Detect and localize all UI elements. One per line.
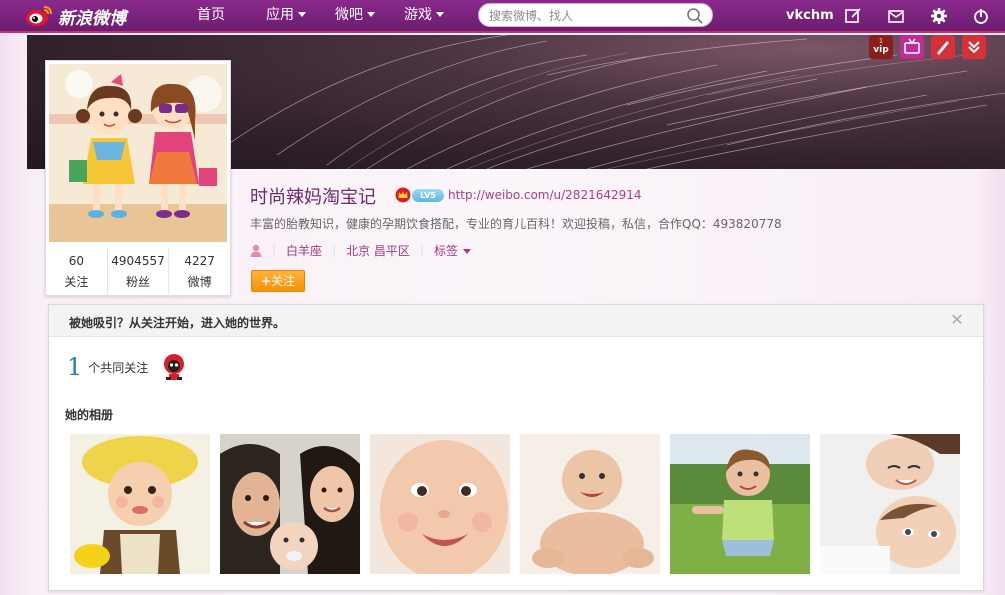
common-follower-avatar[interactable]	[162, 353, 186, 381]
stat-fans-label: 粉丝	[126, 275, 151, 289]
write-badge[interactable]	[931, 35, 955, 59]
album-photo-baby-smile[interactable]	[370, 434, 510, 574]
svg-text:1: 1	[879, 37, 883, 45]
search-input[interactable]	[489, 7, 679, 24]
tags-dropdown[interactable]: 标签	[434, 242, 471, 259]
follow-button[interactable]: +关注	[251, 270, 305, 292]
panel-title: 被她吸引？从关注开始，进入她的世界。	[69, 316, 286, 330]
power-icon[interactable]	[971, 6, 991, 26]
album-photo-baby-crawling[interactable]	[520, 434, 660, 574]
plus-icon: +	[260, 274, 272, 288]
album-photo-family[interactable]	[220, 434, 360, 574]
stat-weibo-label: 微博	[187, 275, 212, 289]
cartoon-girls-avatar-image	[49, 64, 227, 242]
nav-weiba-label: 微吧	[335, 7, 363, 23]
nav-games-label: 游戏	[404, 7, 432, 23]
album-photo-baby-hat[interactable]	[70, 434, 210, 574]
album-title: 她的相册	[65, 408, 114, 422]
search-box	[478, 3, 713, 27]
profile-description: 丰富的胎教知识，健康的孕期饮食搭配，专业的育儿百科！欢迎投稿，私信，合作QQ：4…	[250, 217, 782, 231]
nav-games[interactable]: 游戏	[404, 0, 444, 31]
vip-badge[interactable]: vip 1	[869, 35, 893, 59]
stat-following-count: 60	[68, 254, 84, 268]
stat-fans-count: 4904557	[111, 254, 165, 268]
chevron-down-icon	[436, 11, 444, 17]
username-link[interactable]: vkchm	[786, 0, 834, 31]
profile-meta: | 白羊座 | 北京 昌平区 | 标签	[250, 242, 471, 258]
profile-card: 60 关注 4904557 粉丝 4227 微博	[45, 60, 231, 296]
search-icon[interactable]	[686, 7, 704, 25]
top-navigation-bar: 新浪微博 首页 应用 微吧 游戏 vkchm	[0, 0, 1005, 33]
baby-in-yellow-hat-photo	[70, 434, 210, 574]
nav-apps-label: 应用	[266, 7, 294, 23]
zodiac-link[interactable]: 白羊座	[286, 242, 322, 259]
nav-home-label: 首页	[197, 7, 225, 23]
profile-stats: 60 关注 4904557 粉丝 4227 微博	[46, 248, 230, 294]
common-follows: 1 个共同关注	[67, 353, 186, 381]
download-badge[interactable]	[962, 35, 986, 59]
stat-weibo[interactable]: 4227 微博	[169, 248, 230, 294]
stat-following-label: 关注	[64, 275, 89, 289]
tv-badge[interactable]	[900, 35, 924, 59]
stat-following[interactable]: 60 关注	[46, 248, 108, 294]
panel-header: 被她吸引？从关注开始，进入她的世界。 ✕	[49, 305, 983, 337]
chevron-down-icon	[298, 11, 306, 17]
profile-url-link[interactable]: http://weibo.com/u/2821642914	[448, 188, 642, 202]
profile-name: 时尚辣妈淘宝记	[250, 187, 376, 208]
close-icon[interactable]: ✕	[949, 312, 965, 328]
nav-weiba[interactable]: 微吧	[335, 0, 375, 31]
nav-apps[interactable]: 应用	[266, 0, 306, 31]
gear-icon[interactable]	[929, 6, 949, 26]
smiling-baby-photo	[370, 434, 510, 574]
crown-icon[interactable]	[395, 187, 411, 203]
divider: |	[272, 243, 277, 257]
avatar[interactable]	[49, 64, 227, 242]
common-follow-text: 个共同关注	[88, 360, 149, 375]
weibo-eye-icon	[26, 6, 52, 26]
chevron-down-icon	[463, 248, 471, 254]
stat-fans[interactable]: 4904557 粉丝	[108, 248, 170, 294]
mail-icon[interactable]	[886, 6, 906, 26]
divider: |	[332, 243, 337, 257]
album-photo-toddler-grass[interactable]	[670, 434, 810, 574]
toddler-on-grass-photo	[670, 434, 810, 574]
photo-album	[70, 434, 970, 574]
female-user-icon	[250, 244, 262, 257]
stat-weibo-count: 4227	[184, 254, 215, 268]
logo-text: 新浪微博	[58, 8, 126, 29]
chevron-down-icon	[367, 11, 375, 17]
album-photo-mother-baby[interactable]	[820, 434, 960, 574]
recommendation-panel: 被她吸引？从关注开始，进入她的世界。 ✕ 1 个共同关注 她的相册	[48, 304, 984, 591]
tags-label: 标签	[433, 243, 458, 258]
common-follow-count[interactable]: 1	[67, 353, 82, 381]
family-with-baby-photo	[220, 434, 360, 574]
nav-home[interactable]: 首页	[197, 0, 225, 31]
svg-text:vip: vip	[873, 45, 889, 55]
follow-button-label: 关注	[271, 274, 296, 288]
crawling-baby-photo	[520, 434, 660, 574]
divider: |	[419, 243, 424, 257]
location-link[interactable]: 北京 昌平区	[346, 242, 410, 259]
weibo-logo[interactable]: 新浪微博	[24, 3, 126, 29]
compose-icon[interactable]	[843, 6, 863, 26]
level-badge[interactable]: LV5	[412, 189, 444, 202]
mother-and-baby-photo	[820, 434, 960, 574]
